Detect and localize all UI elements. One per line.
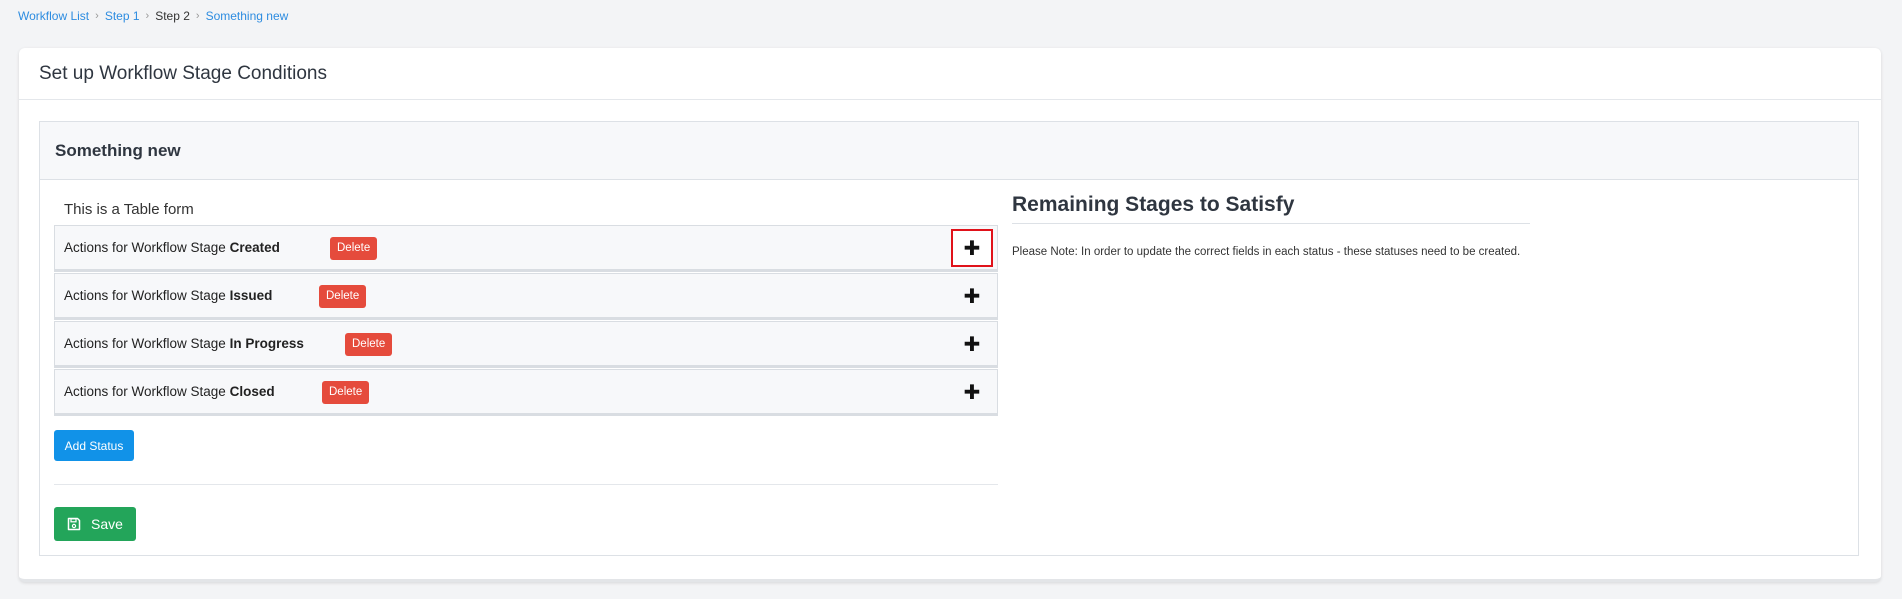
stage-name: Created (229, 240, 280, 255)
card-header: Set up Workflow Stage Conditions (19, 48, 1881, 100)
breadcrumb: Workflow List › Step 1 › Step 2 › Someth… (18, 9, 288, 23)
breadcrumb-step-2: Step 2 (155, 9, 190, 23)
save-label: Save (91, 516, 123, 532)
plus-icon: ✚ (963, 284, 981, 308)
remaining-stages-note: Please Note: In order to update the corr… (1012, 246, 1521, 258)
workflow-panel: Something new This is a Table form Actio… (39, 121, 1859, 556)
expand-stage-button[interactable]: ✚ (951, 277, 993, 315)
floppy-disk-icon (67, 517, 81, 531)
delete-stage-button[interactable]: Delete (345, 333, 393, 356)
plus-icon: ✚ (963, 236, 981, 260)
breadcrumb-separator: › (145, 10, 150, 22)
remaining-stages-title: Remaining Stages to Satisfy (1012, 193, 1530, 224)
remaining-stages-section: Remaining Stages to Satisfy Please Note:… (1012, 193, 1530, 258)
breadcrumb-separator: › (95, 10, 99, 22)
panel-header: Something new (40, 122, 1858, 180)
stage-name: Issued (229, 288, 273, 303)
breadcrumb-something-new[interactable]: Something new (206, 9, 289, 23)
stage-label: Actions for Workflow Stage Issued (64, 288, 273, 303)
plus-icon: ✚ (963, 332, 981, 356)
expand-stage-button[interactable]: ✚ (951, 373, 993, 411)
breadcrumb-step-1[interactable]: Step 1 (105, 9, 140, 23)
breadcrumb-workflow-list[interactable]: Workflow List (18, 9, 89, 23)
expand-stage-button[interactable]: ✚ (951, 325, 993, 363)
stage-label: Actions for Workflow Stage Created (64, 240, 280, 255)
stage-row-created: Actions for Workflow Stage Created Delet… (54, 225, 998, 272)
panel-title: Something new (55, 140, 181, 160)
stage-row-in-progress: Actions for Workflow Stage In Progress D… (54, 321, 998, 368)
workflow-card: Set up Workflow Stage Conditions Somethi… (19, 48, 1881, 582)
stage-row-issued: Actions for Workflow Stage Issued Delete… (54, 273, 998, 320)
divider (54, 484, 998, 485)
stage-name: Closed (229, 384, 275, 399)
breadcrumb-separator: › (195, 10, 200, 22)
plus-icon: ✚ (963, 380, 981, 404)
page-title: Set up Workflow Stage Conditions (39, 62, 327, 84)
stage-name: In Progress (229, 336, 304, 351)
save-button[interactable]: Save (54, 507, 136, 541)
delete-stage-button[interactable]: Delete (319, 285, 367, 308)
delete-stage-button[interactable]: Delete (330, 237, 378, 260)
table-form-label: This is a Table form (64, 201, 194, 218)
add-status-button[interactable]: Add Status (54, 430, 134, 461)
stage-label: Actions for Workflow Stage Closed (64, 384, 275, 399)
delete-stage-button[interactable]: Delete (322, 381, 370, 404)
stage-label: Actions for Workflow Stage In Progress (64, 336, 304, 351)
stage-list: Actions for Workflow Stage Created Delet… (54, 225, 998, 417)
stage-row-closed: Actions for Workflow Stage Closed Delete… (54, 369, 998, 416)
expand-stage-button[interactable]: ✚ (951, 229, 993, 267)
